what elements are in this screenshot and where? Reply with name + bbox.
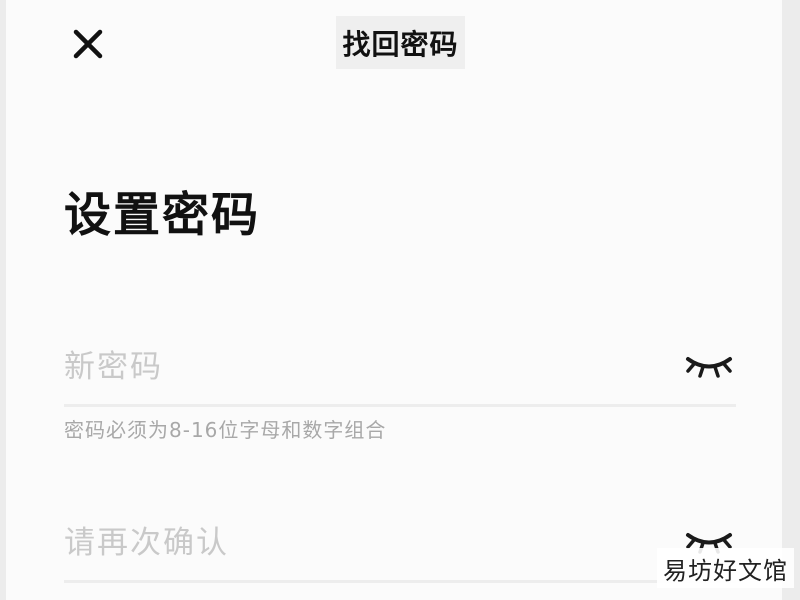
eye-closed-icon <box>686 357 732 378</box>
confirm-password-row <box>64 506 736 583</box>
page-title: 找回密码 <box>342 27 459 61</box>
watermark: 易坊好文馆 <box>657 548 794 588</box>
new-password-row <box>64 330 736 407</box>
new-password-input[interactable] <box>64 349 624 385</box>
close-icon <box>73 29 103 59</box>
confirm-password-input[interactable] <box>64 525 624 561</box>
section-heading: 设置密码 <box>64 188 260 243</box>
password-hint: 密码必须为8-16位字母和数字组合 <box>64 418 387 442</box>
header-title-container: 找回密码 <box>336 16 465 69</box>
close-button[interactable] <box>64 22 112 66</box>
app-screen: 找回密码 设置密码 密码必须为8-16位字母和数字组合 <box>6 0 782 600</box>
toggle-visibility-button[interactable] <box>682 352 736 382</box>
